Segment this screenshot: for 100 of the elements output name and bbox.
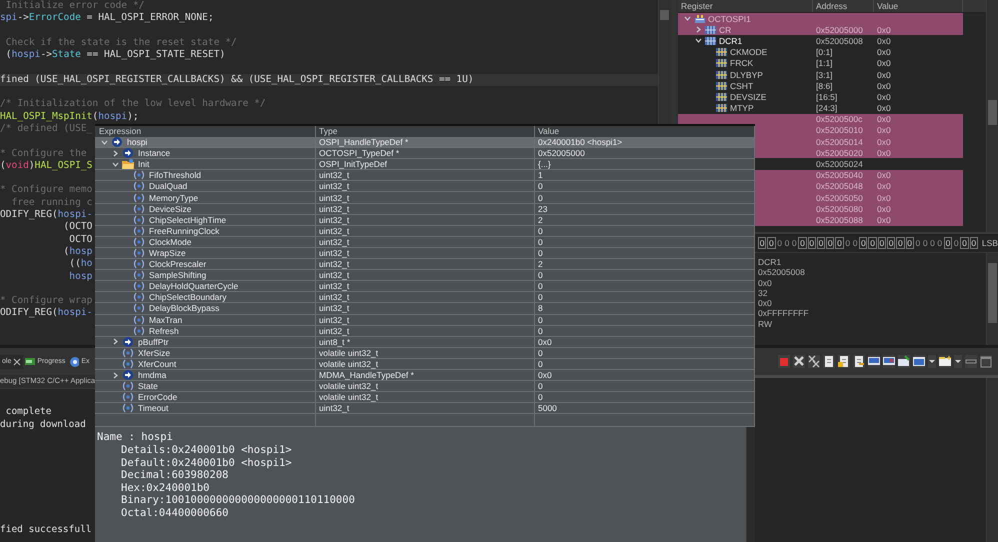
bit-value[interactable]: 0 [936, 238, 943, 248]
expression-type: uint32_t [319, 248, 350, 258]
expression-name[interactable]: DeviceSize [149, 204, 192, 214]
register-value: 0x0 [877, 136, 891, 147]
bit-value[interactable]: 0 [816, 237, 826, 249]
folder-icon[interactable] [939, 355, 951, 368]
bit-value[interactable]: 0 [826, 237, 834, 249]
expression-value: 0 [538, 292, 543, 302]
selected-row-highlight[interactable]: hospi OSPI_HandleTypeDef * 0x240001b0 <hospi1> [95, 137, 755, 148]
bit-value[interactable]: 0 [859, 237, 868, 249]
bitfield-icon [716, 70, 728, 80]
bit-value[interactable]: 0 [791, 238, 798, 248]
dropdown-icon[interactable] [954, 355, 962, 368]
variable-icon [133, 258, 145, 270]
register-icon [705, 36, 717, 46]
expression-name[interactable]: Init [138, 159, 150, 170]
expression-value: 0 [538, 236, 543, 247]
expression-name[interactable]: XferSize [138, 348, 170, 358]
expression-name[interactable]: ClockPrescaler [149, 259, 206, 270]
bit-value[interactable]: 0 [914, 238, 922, 248]
document-icon[interactable] [823, 355, 835, 368]
close-icon[interactable] [13, 358, 22, 366]
bit-value[interactable]: 0 [767, 237, 776, 249]
expression-value: 0x0 [538, 336, 552, 347]
expression-name[interactable]: ErrorCode [138, 392, 178, 402]
lock-document-icon[interactable] [838, 355, 850, 368]
document-icon[interactable] [853, 355, 865, 368]
register-address: 0x52005088 [816, 214, 863, 225]
expression-name[interactable]: State [138, 381, 158, 392]
bit-value[interactable]: 0 [922, 238, 928, 248]
column-header[interactable]: Value [874, 0, 963, 12]
bit-value[interactable]: 0 [784, 238, 790, 248]
register-address: 0x52005000 [816, 24, 863, 35]
scrollbar[interactable] [986, 378, 998, 542]
monitor-icon[interactable] [868, 355, 880, 368]
expression-name[interactable]: hospi [127, 137, 148, 148]
expression-name[interactable]: MemoryType [149, 192, 198, 203]
bit-value[interactable]: 0 [798, 237, 807, 249]
register-name[interactable]: CSHT [730, 80, 754, 91]
dropdown-icon[interactable] [928, 355, 936, 368]
column-header[interactable]: Register [678, 0, 813, 12]
expression-type: uint32_t [319, 204, 350, 214]
bit-value[interactable]: 0 [835, 237, 844, 249]
maximize-icon[interactable] [980, 355, 992, 368]
bit-value[interactable]: 0 [758, 237, 766, 249]
scrollbar[interactable] [986, 253, 998, 345]
expression-name[interactable]: DelayHoldQuarterCycle [149, 281, 238, 292]
expression-type: uint32_t [319, 214, 350, 225]
expression-name[interactable]: XferCount [138, 358, 176, 369]
register-name[interactable]: CKMODE [730, 47, 768, 58]
code-line: hosp [68, 270, 92, 282]
expression-name[interactable]: pBuffPtr [138, 336, 169, 347]
register-name[interactable]: FRCK [730, 58, 754, 68]
bit-value[interactable]: 0 [776, 238, 783, 248]
register-value: 0x0 [877, 36, 891, 46]
bit-value[interactable]: 0 [953, 238, 960, 248]
scrollbar[interactable] [986, 0, 998, 232]
register-name[interactable]: CR [719, 24, 732, 35]
minimize-icon[interactable] [965, 355, 977, 368]
code-line: OCTO [68, 234, 92, 245]
bit-value[interactable]: 0 [970, 237, 978, 249]
expression-value: 0 [538, 181, 543, 192]
bit-value[interactable]: 0 [808, 237, 816, 249]
register-name[interactable]: DEVSIZE [730, 92, 766, 102]
register-address: 0x52005010 [816, 125, 863, 136]
expression-name[interactable]: FreeRunningClock [149, 226, 220, 236]
bit-value[interactable]: 0 [896, 237, 905, 249]
expression-name[interactable]: ChipSelectHighTime [149, 214, 226, 225]
expression-name[interactable]: ChipSelectBoundary [149, 292, 226, 302]
bit-value[interactable]: 0 [878, 237, 886, 249]
remove-icon[interactable] [793, 355, 805, 368]
expression-name[interactable]: Refresh [149, 326, 179, 336]
expression-name[interactable]: DelayBlockBypass [149, 303, 220, 314]
expression-name[interactable]: SampleShifting [149, 270, 206, 280]
bit-value[interactable]: 0 [906, 237, 914, 249]
expression-name[interactable]: MaxTran [149, 314, 182, 325]
expression-name[interactable]: Instance [138, 148, 170, 158]
bit-value[interactable]: 0 [886, 237, 896, 249]
register-name[interactable]: DCR1 [719, 36, 742, 46]
bit-value[interactable]: 0 [944, 237, 952, 249]
variable-icon [122, 358, 134, 370]
register-name[interactable]: MTYP [730, 103, 754, 114]
expression-name[interactable]: WrapSize [149, 248, 186, 258]
column-header[interactable]: Address [813, 0, 874, 12]
bit-value[interactable]: 0 [868, 237, 877, 249]
remove-all-icon[interactable] [808, 355, 820, 368]
scrollbar[interactable] [746, 427, 755, 542]
expression-name[interactable]: FifoThreshold [149, 170, 201, 180]
monitor-icon[interactable] [883, 355, 895, 368]
expression-name[interactable]: ClockMode [149, 236, 192, 247]
bit-value[interactable]: 0 [929, 238, 936, 248]
code-line: free running c [10, 196, 92, 208]
bit-value[interactable]: 0 [960, 237, 969, 249]
register-name[interactable]: OCTOSPI1 [708, 14, 751, 24]
expression-name[interactable]: Timeout [138, 403, 168, 414]
bit-value[interactable]: 0 [844, 238, 851, 248]
window-icon[interactable] [913, 355, 925, 368]
expression-name[interactable]: DualQuad [149, 181, 188, 192]
register-name[interactable]: DLYBYP [730, 70, 763, 80]
bit-value[interactable]: 0 [852, 238, 858, 248]
